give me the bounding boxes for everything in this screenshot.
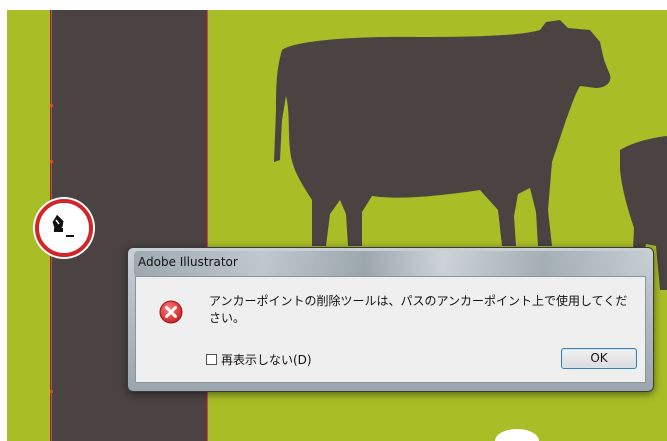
dialog-message: アンカーポイントの削除ツールは、パスのアンカーポイント上で使用してください。 bbox=[209, 294, 628, 325]
dialog-body: アンカーポイントの削除ツールは、パスのアンカーポイント上で使用してください。 再… bbox=[135, 276, 646, 383]
alert-dialog: Adobe Illustrator アンカーポイントの削除ツールは、パスのアンカ… bbox=[127, 247, 654, 392]
dialog-title: Adobe Illustrator bbox=[138, 255, 238, 269]
cow-silhouette bbox=[274, 20, 611, 246]
ok-button[interactable]: OK bbox=[561, 348, 637, 369]
error-icon bbox=[159, 300, 183, 324]
dont-show-again-label[interactable]: 再表示しない(D) bbox=[221, 351, 312, 368]
delete-anchor-point-pen-icon bbox=[51, 213, 74, 237]
white-spot bbox=[495, 429, 539, 441]
dont-show-again-option[interactable]: 再表示しない(D) bbox=[206, 351, 312, 368]
dont-show-again-checkbox[interactable] bbox=[206, 354, 217, 365]
